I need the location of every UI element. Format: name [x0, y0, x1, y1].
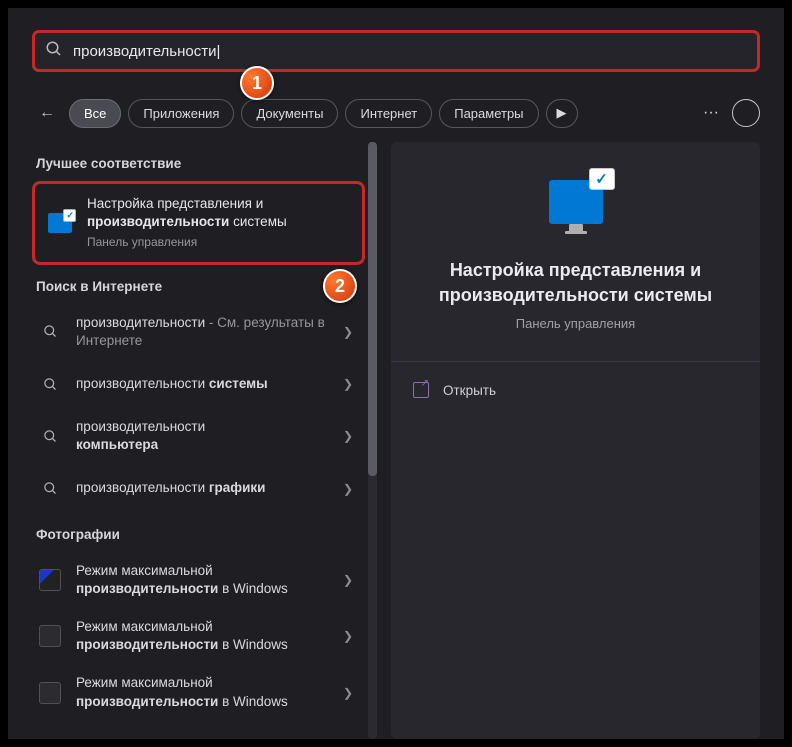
tab-all[interactable]: Все [69, 99, 121, 128]
performance-settings-icon: ✓ [45, 208, 75, 238]
search-icon [45, 40, 63, 63]
preview-title: Настройка представления и производительн… [391, 258, 760, 308]
tab-more-play[interactable]: ▶ [546, 99, 578, 128]
preview-subtitle: Панель управления [516, 316, 635, 331]
web-result-2[interactable]: производительности системы ❯ [32, 360, 365, 408]
tab-internet[interactable]: Интернет [345, 99, 432, 128]
tab-parameters[interactable]: Параметры [439, 99, 538, 128]
open-icon [413, 382, 429, 398]
back-button[interactable]: ← [32, 98, 62, 128]
photo-thumbnail-icon [36, 679, 64, 707]
tab-documents[interactable]: Документы [241, 99, 338, 128]
chevron-right-icon: ❯ [343, 686, 357, 700]
filter-tabs: ← Все Приложения Документы Интернет Пара… [32, 98, 760, 142]
search-icon [36, 422, 64, 450]
scrollbar[interactable] [368, 142, 377, 739]
photo-result-3[interactable]: Режим максимальнойпроизводительности в W… [32, 664, 365, 720]
search-box[interactable]: производительности| [32, 30, 760, 72]
scroll-thumb[interactable] [368, 142, 377, 476]
search-icon [36, 318, 64, 346]
chevron-right-icon: ❯ [343, 482, 357, 496]
web-result-1[interactable]: производительности - См. результаты в Ин… [32, 304, 365, 360]
chevron-right-icon: ❯ [343, 573, 357, 587]
web-result-3[interactable]: производительности компьютера ❯ [32, 408, 365, 464]
best-match-text: Настройка представления и производительн… [87, 195, 352, 251]
search-icon [36, 370, 64, 398]
open-label: Открыть [443, 383, 496, 398]
more-menu[interactable]: ··· [697, 99, 725, 127]
chevron-right-icon: ❯ [343, 325, 357, 339]
photo-result-2[interactable]: Режим максимальнойпроизводительности в W… [32, 608, 365, 664]
preview-panel: ✓ Настройка представления и производител… [391, 142, 760, 739]
web-result-4[interactable]: производительности графики ❯ [32, 465, 365, 513]
account-avatar[interactable] [732, 99, 760, 127]
annotation-badge-1: 1 [240, 66, 274, 100]
performance-settings-icon-large: ✓ [549, 180, 603, 224]
chevron-right-icon: ❯ [343, 429, 357, 443]
chevron-right-icon: ❯ [343, 377, 357, 391]
section-best-match: Лучшее соответствие [32, 142, 377, 181]
photo-thumbnail-icon [36, 622, 64, 650]
photo-thumbnail-icon [36, 566, 64, 594]
open-action[interactable]: Открыть [391, 361, 760, 418]
search-input[interactable]: производительности| [63, 43, 747, 60]
annotation-badge-2: 2 [323, 269, 357, 303]
chevron-right-icon: ❯ [343, 629, 357, 643]
best-match-result[interactable]: ✓ Настройка представления и производител… [32, 181, 365, 265]
results-column: Лучшее соответствие ✓ Настройка представ… [32, 142, 377, 739]
photo-result-1[interactable]: Режим максимальнойпроизводительности в W… [32, 552, 365, 608]
search-icon [36, 475, 64, 503]
section-photos: Фотографии [32, 513, 377, 552]
tab-apps[interactable]: Приложения [128, 99, 234, 128]
